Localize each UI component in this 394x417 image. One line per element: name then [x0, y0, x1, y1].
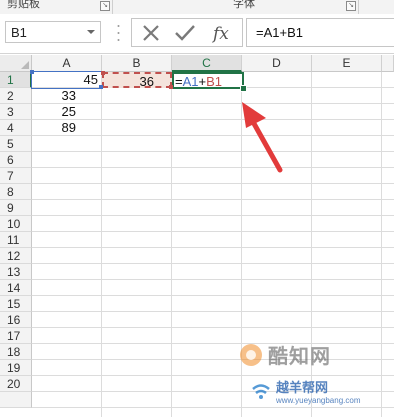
ribbon-group-clipboard-label: 剪贴板 — [7, 0, 40, 10]
cell-a1[interactable]: 45 — [31, 71, 103, 89]
column-header-c[interactable]: C — [172, 55, 242, 72]
cancel-icon[interactable] — [138, 22, 164, 44]
watermark: 酷知网 越羊帮网 www.yueyangbang.com — [232, 330, 394, 417]
fill-handle[interactable] — [240, 85, 247, 92]
row-header[interactable] — [0, 392, 32, 408]
row-header[interactable]: 10 — [0, 216, 32, 232]
name-box[interactable]: B1 — [5, 21, 101, 43]
ribbon-separator — [112, 0, 113, 14]
cell-b1[interactable]: 36 — [102, 72, 172, 89]
chevron-down-icon[interactable] — [86, 26, 96, 38]
formula-ref-a1: A1 — [182, 74, 199, 89]
grip-handle-icon[interactable] — [117, 23, 120, 43]
formula-bar: B1 fx =A1+B1 — [0, 14, 394, 54]
column-header-e[interactable]: E — [312, 55, 382, 72]
row-header[interactable]: 8 — [0, 184, 32, 200]
row-header[interactable]: 18 — [0, 344, 32, 360]
column-header-b[interactable]: B — [102, 55, 172, 72]
ribbon-separator — [358, 0, 359, 14]
row-header[interactable]: 2 — [0, 88, 32, 104]
cell-c1[interactable]: =A1+B1 — [172, 72, 244, 89]
row-header[interactable]: 6 — [0, 152, 32, 168]
select-all-corner[interactable] — [0, 55, 32, 72]
row-header[interactable]: 19 — [0, 360, 32, 376]
name-box-value: B1 — [11, 25, 27, 40]
column-header-f[interactable] — [382, 55, 394, 72]
row-header[interactable]: 14 — [0, 280, 32, 296]
row-header[interactable]: 17 — [0, 328, 32, 344]
cell-a3[interactable]: 25 — [32, 104, 80, 120]
formula-plus: + — [198, 74, 207, 89]
row-header[interactable]: 9 — [0, 200, 32, 216]
formula-input-value: =A1+B1 — [256, 25, 303, 40]
formula-ref-b1: B1 — [206, 74, 222, 89]
clipboard-dialog-launcher-icon[interactable]: ↘ — [100, 1, 110, 11]
ribbon-group-labels: 剪贴板 ↘ 字体 ↘ — [0, 0, 394, 15]
watermark-subtitle: 越羊帮网 — [276, 380, 329, 395]
row-header[interactable]: 20 — [0, 376, 32, 392]
row-header[interactable]: 16 — [0, 312, 32, 328]
row-header[interactable]: 12 — [0, 248, 32, 264]
ribbon-group-font-label: 字体 — [233, 0, 255, 10]
row-header[interactable]: 11 — [0, 232, 32, 248]
ref-corner-marker — [101, 71, 105, 75]
confirm-check-icon[interactable] — [172, 22, 198, 44]
watermark-logo-icon — [240, 344, 262, 366]
select-all-triangle-icon — [21, 61, 29, 69]
cell-a2[interactable]: 33 — [32, 88, 80, 104]
svg-text:fx: fx — [211, 24, 229, 44]
ref-corner-marker — [169, 85, 173, 89]
column-header-d[interactable]: D — [242, 55, 312, 72]
row-header[interactable]: 3 — [0, 104, 32, 120]
row-header[interactable]: 4 — [0, 120, 32, 136]
ref-corner-marker — [30, 70, 34, 74]
formula-input[interactable]: =A1+B1 — [246, 18, 394, 47]
formula-action-buttons: fx — [131, 18, 243, 47]
watermark-wifi-icon — [252, 384, 270, 399]
formula-equals: = — [175, 74, 183, 89]
cell-a4[interactable]: 89 — [32, 120, 80, 136]
row-header[interactable]: 15 — [0, 296, 32, 312]
annotation-arrow-icon — [242, 102, 283, 173]
row-header[interactable]: 1 — [0, 72, 32, 88]
column-header-a[interactable]: A — [32, 55, 102, 72]
watermark-title: 酷知网 — [268, 346, 331, 368]
row-header[interactable]: 5 — [0, 136, 32, 152]
watermark-url: www.yueyangbang.com — [276, 396, 361, 405]
row-header[interactable]: 7 — [0, 168, 32, 184]
row-header[interactable]: 13 — [0, 264, 32, 280]
font-dialog-launcher-icon[interactable]: ↘ — [346, 1, 356, 11]
insert-function-icon[interactable]: fx — [208, 22, 238, 44]
ref-corner-marker — [99, 85, 103, 89]
